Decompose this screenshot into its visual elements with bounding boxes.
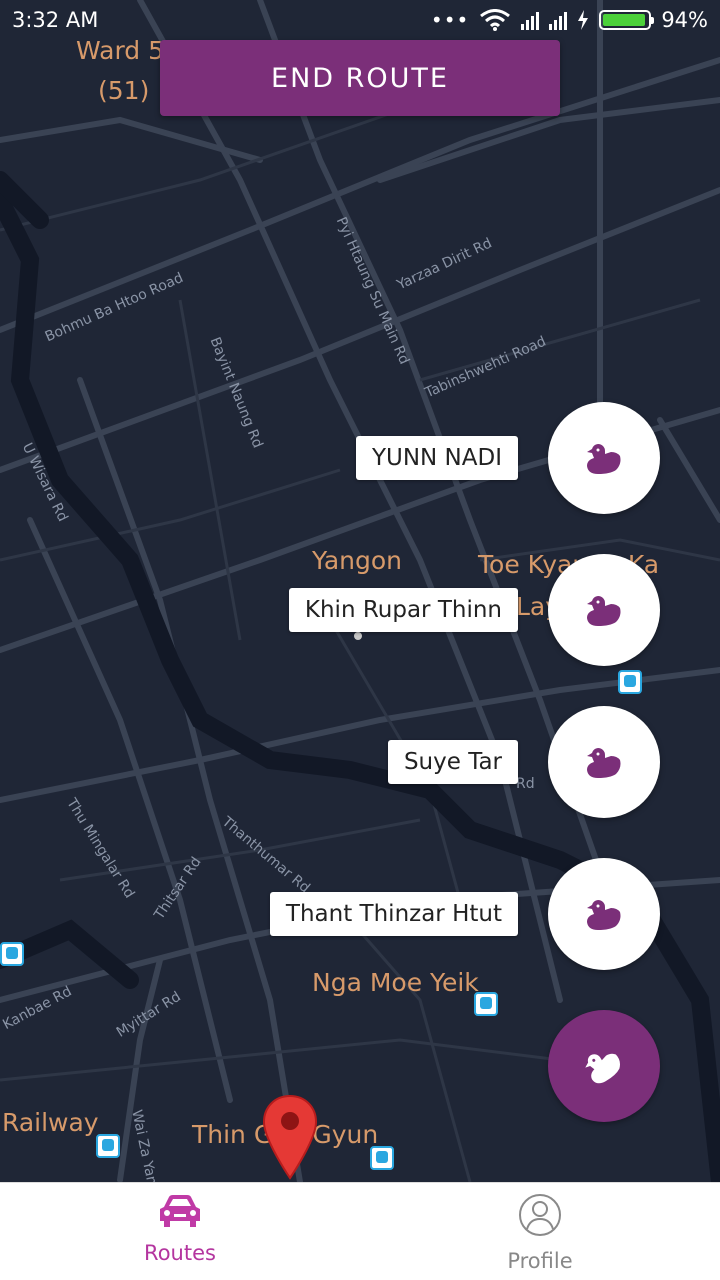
status-bar: 3:32 AM ••• 94% [0,0,720,44]
duck-icon [585,1053,620,1084]
route-label[interactable]: Khin Rupar Thinn [288,588,518,632]
end-route-button[interactable]: END ROUTE [160,40,560,116]
tab-profile[interactable]: Profile [360,1183,720,1280]
route-fab-button[interactable] [548,402,660,514]
battery-icon [599,10,655,30]
route-item[interactable]: YUNN NADI [0,402,720,514]
tab-routes[interactable]: Routes [0,1183,360,1280]
battery-percent: 94% [661,8,708,32]
route-fab-button[interactable] [548,706,660,818]
status-time: 3:32 AM [12,8,99,32]
route-fab-button[interactable] [548,554,660,666]
bottom-navigation: Routes Profile [0,1182,720,1280]
route-label[interactable]: Suye Tar [387,740,518,784]
more-icon: ••• [430,8,470,32]
charging-icon [578,10,589,30]
route-label[interactable]: YUNN NADI [355,436,518,480]
signal-icon [521,10,540,30]
route-label[interactable]: Thant Thinzar Htut [269,892,518,936]
duck-icon [587,596,621,626]
map-place-railway: Railway [2,1108,99,1137]
map-place-ward-number: (51) [98,76,150,105]
route-fab-button[interactable] [548,858,660,970]
duck-icon [587,748,621,778]
tab-routes-label: Routes [144,1241,216,1265]
transit-station-icon[interactable] [618,670,642,694]
duck-icon [587,900,621,930]
transit-station-icon[interactable] [474,992,498,1016]
main-fab-button[interactable] [548,1010,660,1122]
route-item[interactable]: Khin Rupar Thinn [0,554,720,666]
transit-station-icon[interactable] [96,1134,120,1158]
map-marker-icon[interactable] [262,1094,318,1180]
map-place-nga-moe-yeik: Nga Moe Yeik [312,968,479,997]
wifi-icon [480,9,511,31]
duck-icon [587,444,621,474]
route-item[interactable]: Thant Thinzar Htut [0,858,720,970]
route-item[interactable]: Suye Tar [0,706,720,818]
car-icon [160,1195,200,1227]
profile-icon [519,1194,561,1236]
tab-profile-label: Profile [507,1249,573,1273]
transit-station-icon[interactable] [370,1146,394,1170]
signal-icon [549,10,568,30]
